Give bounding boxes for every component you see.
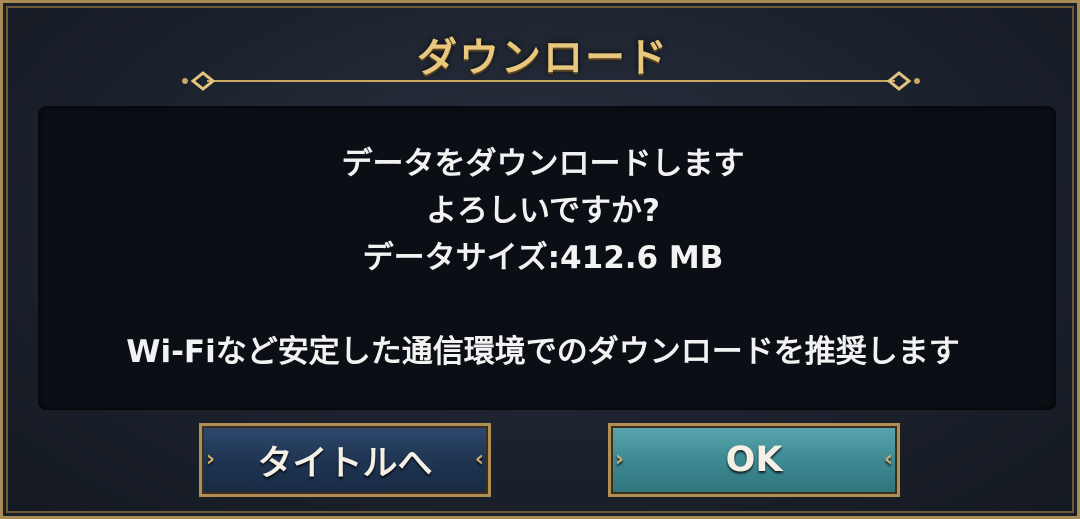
- back-to-title-label: タイトルへ: [257, 443, 433, 484]
- chevron-left-icon: ‹: [474, 447, 484, 472]
- message-line-confirm: よろしいですか?: [425, 193, 661, 229]
- message-line-download: データをダウンロードします: [341, 146, 745, 182]
- ok-label: OK: [725, 440, 783, 480]
- chevron-right-icon: ›: [615, 447, 625, 472]
- chevron-right-icon: ›: [206, 447, 216, 472]
- ok-button[interactable]: › OK ‹: [608, 423, 900, 497]
- chevron-left-icon: ‹: [883, 447, 893, 472]
- download-dialog: ダウンロード データをダウンロードします よろしいですか? データサイズ:412…: [0, 0, 1080, 519]
- title-divider: [182, 71, 920, 91]
- message-line-size: データサイズ:412.6 MB: [362, 240, 724, 276]
- back-to-title-button[interactable]: › タイトルへ ‹: [199, 423, 491, 497]
- recommendation-text: Wi-Fiなど安定した通信環境でのダウンロードを推奨します: [126, 334, 960, 370]
